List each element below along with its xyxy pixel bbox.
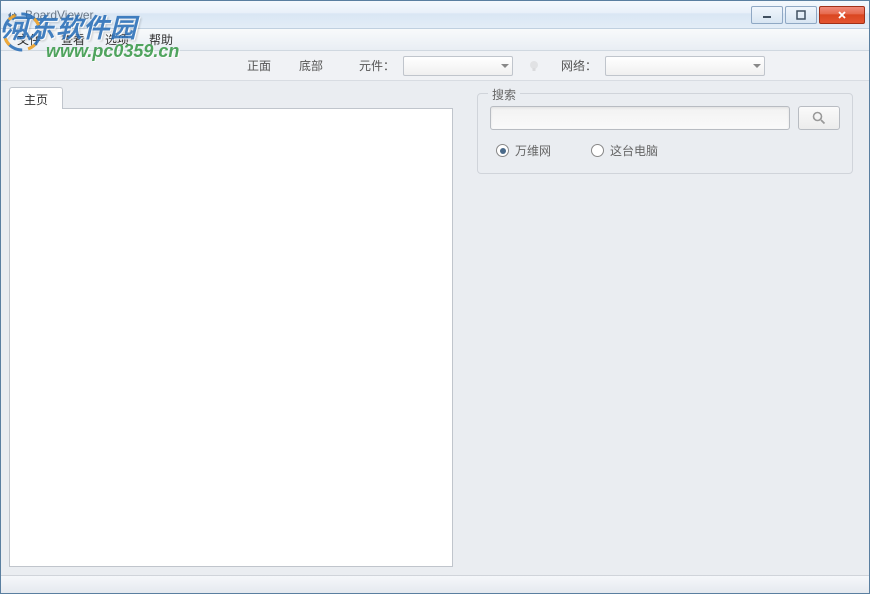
- component-label: 元件：: [359, 57, 395, 74]
- menu-options[interactable]: 选项: [95, 29, 139, 50]
- network-label: 网络：: [561, 57, 597, 74]
- menubar: 文件 查看 选项 帮助: [1, 29, 869, 51]
- menu-file[interactable]: 文件: [7, 29, 51, 50]
- menu-help[interactable]: 帮助: [139, 29, 183, 50]
- tab-header: 主页: [9, 87, 453, 109]
- app-icon: [5, 7, 21, 23]
- search-input[interactable]: [490, 106, 790, 130]
- window-controls: [751, 6, 865, 24]
- radio-icon: [496, 144, 509, 157]
- right-panel: 搜索 万维网 这台电脑: [461, 81, 869, 575]
- tab-home[interactable]: 主页: [9, 87, 63, 109]
- toolbar: 正面 底部 元件： 网络：: [1, 51, 869, 81]
- maximize-button[interactable]: [785, 6, 817, 24]
- radio-local-label: 这台电脑: [610, 142, 658, 159]
- left-panel: 主页: [1, 81, 461, 575]
- chevron-down-icon: [753, 64, 761, 68]
- search-group: 搜索 万维网 这台电脑: [477, 93, 853, 174]
- window-title: BoardViewer: [25, 8, 751, 22]
- tab-content: [9, 108, 453, 567]
- menu-view[interactable]: 查看: [51, 29, 95, 50]
- statusbar: [1, 575, 869, 593]
- component-dropdown[interactable]: [403, 56, 513, 76]
- radio-www[interactable]: 万维网: [496, 142, 551, 159]
- search-label: 搜索: [488, 86, 520, 103]
- main-area: 主页 搜索 万维网: [1, 81, 869, 575]
- bulb-icon[interactable]: [525, 57, 543, 75]
- search-icon: [811, 110, 827, 126]
- radio-icon: [591, 144, 604, 157]
- chevron-down-icon: [501, 64, 509, 68]
- minimize-button[interactable]: [751, 6, 783, 24]
- close-button[interactable]: [819, 6, 865, 24]
- network-dropdown[interactable]: [605, 56, 765, 76]
- titlebar: BoardViewer: [1, 1, 869, 29]
- radio-local[interactable]: 这台电脑: [591, 142, 658, 159]
- toolbar-bottom-button[interactable]: 底部: [289, 54, 333, 77]
- radio-www-label: 万维网: [515, 142, 551, 159]
- toolbar-front-button[interactable]: 正面: [237, 54, 281, 77]
- search-button[interactable]: [798, 106, 840, 130]
